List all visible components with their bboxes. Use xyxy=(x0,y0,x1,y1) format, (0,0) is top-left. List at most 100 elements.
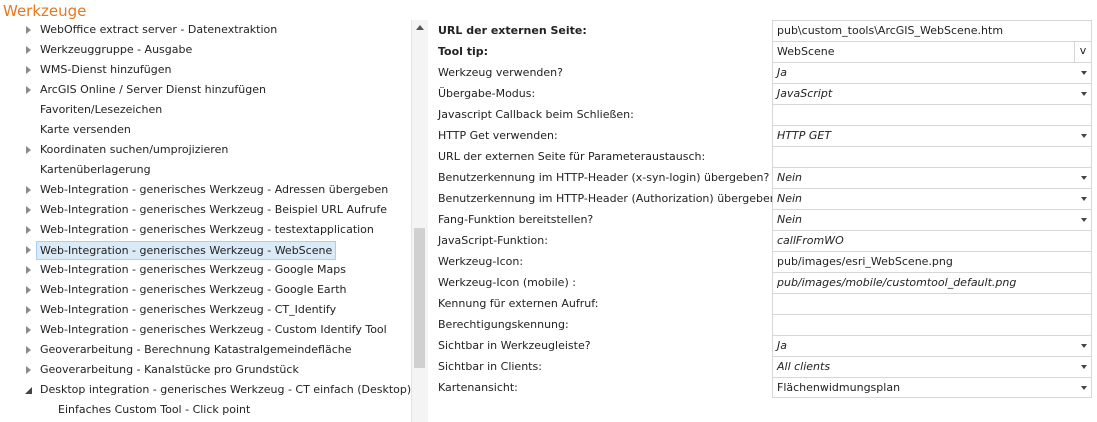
property-select[interactable]: Ja xyxy=(772,335,1092,356)
expand-button[interactable]: v xyxy=(1074,41,1091,62)
tree-item-label[interactable]: Web-Integration - generisches Werkzeug -… xyxy=(40,260,346,280)
tree-item[interactable]: Desktop integration - generisches Werkze… xyxy=(0,380,411,400)
scroll-up-icon[interactable] xyxy=(412,20,428,36)
dropdown-arrow-icon[interactable] xyxy=(1081,218,1087,222)
collapsed-arrow-icon[interactable] xyxy=(24,180,34,200)
property-row: Berechtigungskennung: xyxy=(432,314,1093,335)
tree-item[interactable]: Web-Integration - generisches Werkzeug -… xyxy=(0,300,410,320)
tree-item-label[interactable]: WebOffice extract server - Datenextrakti… xyxy=(40,20,277,40)
tree-item-label[interactable]: Desktop integration - generisches Werkze… xyxy=(40,380,411,400)
property-select[interactable]: Flächenwidmungsplan xyxy=(772,377,1092,398)
tree-item[interactable]: Web-Integration - generisches Werkzeug -… xyxy=(0,240,410,260)
property-select[interactable]: Nein xyxy=(772,188,1092,209)
collapsed-arrow-icon[interactable] xyxy=(24,320,34,340)
tree-item-label[interactable]: Werkzeuggruppe - Ausgabe xyxy=(40,40,192,60)
tree-item-label[interactable]: Web-Integration - generisches Werkzeug -… xyxy=(36,241,337,260)
property-select[interactable]: Nein xyxy=(772,167,1092,188)
tree-item-label[interactable]: Karte versenden xyxy=(40,120,131,140)
tree-item[interactable]: Web-Integration - generisches Werkzeug -… xyxy=(0,260,410,280)
tool-tree: WebOffice extract server - Datenextrakti… xyxy=(0,20,411,420)
property-input[interactable]: WebScene v xyxy=(772,41,1092,62)
tree-item[interactable]: Web-Integration - generisches Werkzeug -… xyxy=(0,320,410,340)
tree-item-label[interactable]: Web-Integration - generisches Werkzeug -… xyxy=(40,320,387,340)
dropdown-arrow-icon[interactable] xyxy=(1081,386,1087,390)
dropdown-arrow-icon[interactable] xyxy=(1081,176,1087,180)
tree-item[interactable]: Favoriten/Lesezeichen xyxy=(0,100,410,120)
tree-item-label[interactable]: Geoverarbeitung - Berechnung Katastralge… xyxy=(40,340,352,360)
collapsed-arrow-icon[interactable] xyxy=(24,240,34,260)
collapsed-arrow-icon[interactable] xyxy=(24,360,34,380)
tree-item[interactable]: Geoverarbeitung - Berechnung Katastralge… xyxy=(0,340,410,360)
tree-item-label[interactable]: Web-Integration - generisches Werkzeug -… xyxy=(40,180,388,200)
property-select[interactable]: Ja xyxy=(772,62,1092,83)
property-label: Benutzerkennung im HTTP-Header (x-syn-lo… xyxy=(438,171,770,184)
expanded-arrow-icon[interactable] xyxy=(24,380,34,400)
tree-item[interactable]: Werkzeuggruppe - Ausgabe xyxy=(0,40,410,60)
tree-item[interactable]: Karte versenden xyxy=(0,120,410,140)
property-row: Werkzeug verwenden? Ja xyxy=(432,62,1093,83)
property-label: URL der externen Seite für Parameteraust… xyxy=(438,150,706,163)
property-value: Ja xyxy=(777,339,787,352)
property-input[interactable] xyxy=(772,314,1092,335)
dropdown-arrow-icon[interactable] xyxy=(1081,134,1087,138)
property-input[interactable] xyxy=(772,146,1092,167)
tree-item[interactable]: Web-Integration - generisches Werkzeug -… xyxy=(0,180,410,200)
tree-item[interactable]: Kartenüberlagerung xyxy=(0,160,410,180)
tree-scrollbar[interactable] xyxy=(411,20,428,422)
scroll-thumb[interactable] xyxy=(414,228,425,368)
dropdown-arrow-icon[interactable] xyxy=(1081,92,1087,96)
collapsed-arrow-icon[interactable] xyxy=(24,40,34,60)
collapsed-arrow-icon[interactable] xyxy=(24,140,34,160)
collapsed-arrow-icon[interactable] xyxy=(24,20,34,40)
collapsed-arrow-icon[interactable] xyxy=(24,300,34,320)
tree-item-label[interactable]: ArcGIS Online / Server Dienst hinzufügen xyxy=(40,80,266,100)
property-input[interactable]: callFromWO xyxy=(772,230,1092,251)
property-input[interactable] xyxy=(772,104,1092,125)
property-value: pub/images/esri_WebScene.png xyxy=(777,255,953,268)
collapsed-arrow-icon[interactable] xyxy=(24,80,34,100)
tree-item-label[interactable]: WMS-Dienst hinzufügen xyxy=(40,60,171,80)
property-select[interactable]: HTTP GET xyxy=(772,125,1092,146)
collapsed-arrow-icon[interactable] xyxy=(24,340,34,360)
collapsed-arrow-icon[interactable] xyxy=(24,220,34,240)
property-row: Werkzeug-Icon (mobile) : pub/images/mobil… xyxy=(432,272,1093,293)
tree-item[interactable]: Web-Integration - generisches Werkzeug -… xyxy=(0,200,410,220)
tree-item-label[interactable]: Koordinaten suchen/umprojizieren xyxy=(40,140,228,160)
dropdown-arrow-icon[interactable] xyxy=(1081,71,1087,75)
property-select[interactable]: All clients xyxy=(772,356,1092,377)
tree-item-label[interactable]: Kartenüberlagerung xyxy=(40,160,151,180)
property-input[interactable] xyxy=(772,293,1092,314)
tree-item[interactable]: ArcGIS Online / Server Dienst hinzufügen xyxy=(0,80,410,100)
dropdown-arrow-icon[interactable] xyxy=(1081,365,1087,369)
property-label: Kennung für externen Aufruf: xyxy=(438,297,599,310)
tree-item[interactable]: Geoverarbeitung - Kanalstücke pro Grunds… xyxy=(0,360,410,380)
property-input[interactable]: pub/images/mobile/customtool_default.png xyxy=(772,272,1092,293)
tree-item-label[interactable]: Web-Integration - generisches Werkzeug -… xyxy=(40,200,387,220)
tree-item[interactable]: WebOffice extract server - Datenextrakti… xyxy=(0,20,410,40)
property-row: URL der externen Seite für Parameteraust… xyxy=(432,146,1093,167)
property-select[interactable]: Nein xyxy=(772,209,1092,230)
tree-item-label[interactable]: Einfaches Custom Tool - Click point xyxy=(58,400,250,420)
collapsed-arrow-icon[interactable] xyxy=(24,60,34,80)
property-label: JavaScript-Funktion: xyxy=(438,234,548,247)
property-value: HTTP GET xyxy=(777,129,832,142)
tree-item-label[interactable]: Web-Integration - generisches Werkzeug -… xyxy=(40,300,336,320)
tree-item[interactable]: WMS-Dienst hinzufügen xyxy=(0,60,410,80)
property-label: Werkzeug-Icon: xyxy=(438,255,524,268)
tree-item[interactable]: Web-Integration - generisches Werkzeug -… xyxy=(0,220,410,240)
collapsed-arrow-icon[interactable] xyxy=(24,260,34,280)
property-input[interactable]: pub/images/esri_WebScene.png xyxy=(772,251,1092,272)
tree-item-label[interactable]: Web-Integration - generisches Werkzeug -… xyxy=(40,280,346,300)
tree-item[interactable]: Koordinaten suchen/umprojizieren xyxy=(0,140,410,160)
tree-item-label[interactable]: Geoverarbeitung - Kanalstücke pro Grunds… xyxy=(40,360,299,380)
collapsed-arrow-icon[interactable] xyxy=(24,200,34,220)
property-input[interactable]: pub\custom_tools\ArcGIS_WebScene.htm xyxy=(772,20,1092,41)
collapsed-arrow-icon[interactable] xyxy=(24,280,34,300)
tree-item-label[interactable]: Favoriten/Lesezeichen xyxy=(40,100,162,120)
dropdown-arrow-icon[interactable] xyxy=(1081,197,1087,201)
dropdown-arrow-icon[interactable] xyxy=(1081,344,1087,348)
tree-item[interactable]: Web-Integration - generisches Werkzeug -… xyxy=(0,280,410,300)
tree-item[interactable]: Einfaches Custom Tool - Click point xyxy=(0,400,410,420)
tree-item-label[interactable]: Web-Integration - generisches Werkzeug -… xyxy=(40,220,374,240)
property-select[interactable]: JavaScript xyxy=(772,83,1092,104)
